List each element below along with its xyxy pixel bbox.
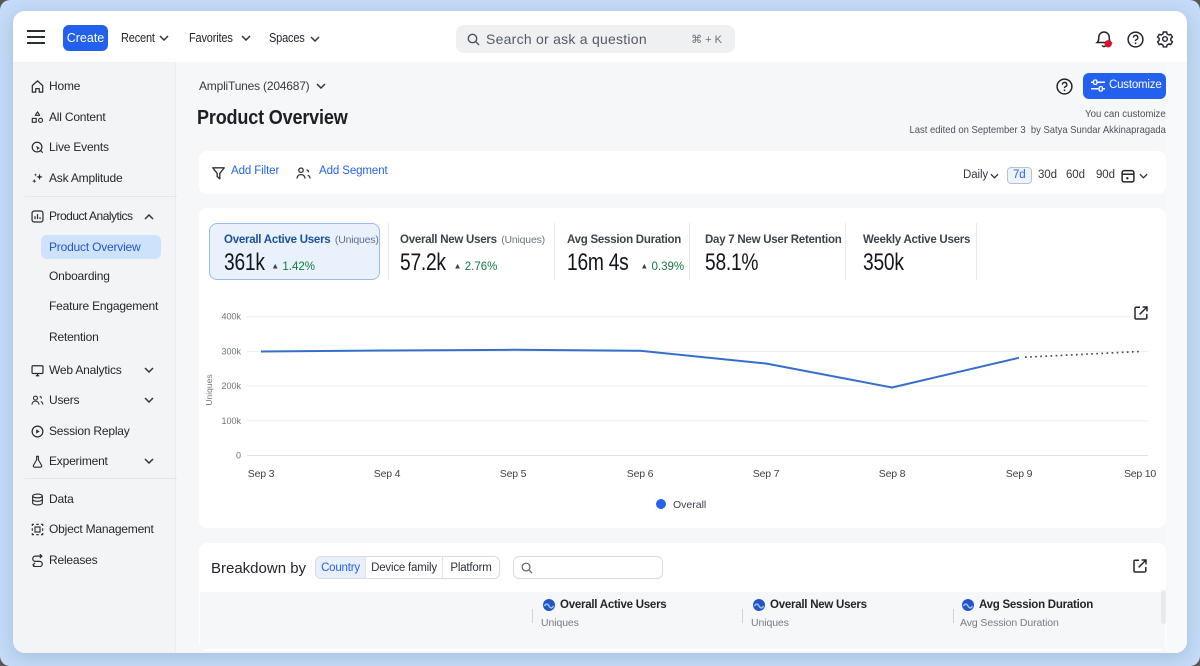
svg-text:Sep 6: Sep 6 [627, 468, 654, 480]
svg-text:0: 0 [236, 451, 241, 461]
svg-text:Sep 5: Sep 5 [500, 468, 527, 480]
svg-text:300k: 300k [221, 346, 241, 356]
svg-text:Sep 9: Sep 9 [1006, 468, 1033, 480]
svg-text:Sep 7: Sep 7 [753, 468, 780, 480]
svg-text:Sep 3: Sep 3 [248, 468, 275, 480]
svg-text:Sep 4: Sep 4 [374, 468, 401, 480]
svg-text:400k: 400k [221, 312, 241, 322]
svg-text:Uniques: Uniques [204, 374, 214, 405]
svg-text:Sep 8: Sep 8 [879, 468, 906, 480]
svg-text:100k: 100k [221, 416, 241, 426]
svg-text:Sep 10: Sep 10 [1124, 468, 1156, 480]
svg-text:Overall: Overall [673, 499, 706, 511]
svg-text:200k: 200k [221, 381, 241, 391]
